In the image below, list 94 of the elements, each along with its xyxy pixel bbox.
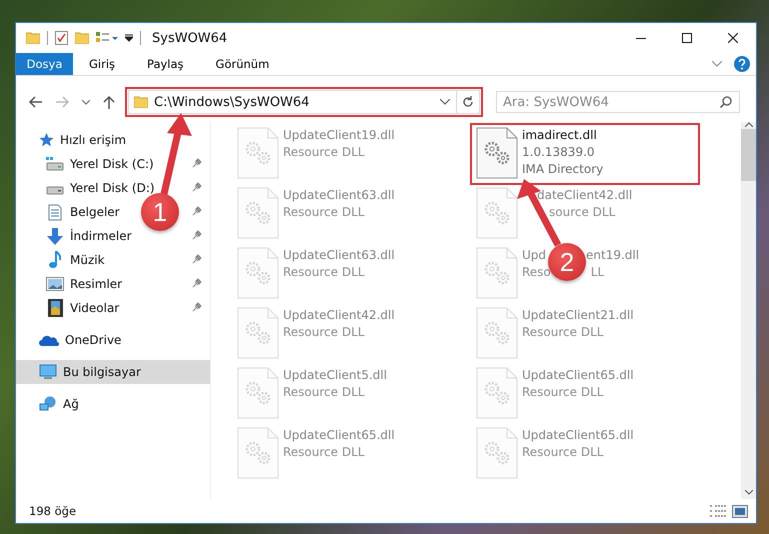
sidebar-item[interactable]: Müzik xyxy=(70,253,105,267)
gear-document-icon xyxy=(476,127,518,179)
item-count: 198 öğe xyxy=(29,504,76,518)
scrollbar[interactable] xyxy=(741,122,756,499)
up-arrow-icon[interactable] xyxy=(103,95,115,109)
file-detail: IMA Directory xyxy=(522,161,604,178)
scroll-down-icon[interactable] xyxy=(744,490,752,495)
file-detail: Resource DLL xyxy=(522,384,604,401)
properties-icon[interactable] xyxy=(96,32,118,44)
file-detail: Reso xyxy=(522,264,551,281)
drive-icon xyxy=(46,157,64,171)
pin-icon[interactable] xyxy=(192,158,202,168)
sidebar-item[interactable]: Hızlı erişim xyxy=(16,128,210,152)
file-detail: Resource DLL xyxy=(283,444,364,461)
file-detail: LL xyxy=(590,264,604,281)
file-name[interactable]: UpdateClient65.dll xyxy=(283,427,395,444)
file-detail: Resource DLL xyxy=(283,204,364,221)
pin-icon[interactable] xyxy=(192,230,202,240)
back-arrow-icon[interactable] xyxy=(28,96,42,108)
ribbon-tab[interactable]: Giriş xyxy=(73,53,132,75)
gear-document-icon xyxy=(476,427,518,479)
sidebar-item[interactable]: Videolar xyxy=(70,301,120,315)
file-name[interactable]: UpdateClient42.dll xyxy=(283,307,395,324)
file-detail: Resource DLL xyxy=(522,324,604,341)
window-title: SysWOW64 xyxy=(152,30,228,46)
close-icon xyxy=(728,33,738,43)
music-note-icon xyxy=(49,251,61,269)
chevron-down-icon[interactable] xyxy=(82,100,90,104)
large-icons-view-icon[interactable] xyxy=(732,504,748,518)
maximize-icon xyxy=(682,33,692,43)
file-name[interactable]: UpdateClient65.dll xyxy=(522,367,634,384)
file-detail: Resource DLL xyxy=(283,264,364,281)
gear-document-icon xyxy=(476,307,518,359)
file-detail: Resource DLL xyxy=(283,144,364,161)
file-name[interactable]: imadirect.dll xyxy=(522,127,597,144)
file-name[interactable]: dateClient42.dll xyxy=(537,187,632,204)
file-menu-tab[interactable]: Dosya xyxy=(16,53,73,75)
sidebar-item[interactable]: Belgeler xyxy=(70,205,120,219)
file-detail: Resource DLL xyxy=(283,384,364,401)
cloud-icon xyxy=(39,334,59,346)
file-name[interactable]: UpdateClient63.dll xyxy=(283,187,395,204)
gear-document-icon xyxy=(237,307,279,359)
scroll-up-icon[interactable] xyxy=(744,122,752,127)
pin-icon[interactable] xyxy=(192,254,202,264)
checklist-icon[interactable] xyxy=(55,31,68,45)
network-icon xyxy=(39,396,57,412)
pin-icon[interactable] xyxy=(192,182,202,192)
file-name[interactable]: UpdateClient19.dll xyxy=(283,127,395,144)
pin-icon[interactable] xyxy=(192,278,202,288)
chevron-down-icon[interactable] xyxy=(440,99,450,105)
file-name[interactable]: Upd xyxy=(522,247,546,264)
search-field[interactable]: Ara: SysWOW64 xyxy=(496,91,740,113)
file-name[interactable]: UpdateClient65.dll xyxy=(522,427,634,444)
refresh-icon[interactable] xyxy=(462,96,474,108)
file-detail: source DLL xyxy=(549,204,616,221)
star-icon xyxy=(39,133,54,147)
sidebar-item[interactable]: Bu bilgisayar xyxy=(16,360,210,384)
document-icon xyxy=(48,204,62,220)
address-bar[interactable]: C:\Windows\SysWOW64 xyxy=(128,90,480,114)
film-icon xyxy=(48,299,62,317)
file-detail: 1.0.13839.0 xyxy=(522,144,595,161)
gear-document-icon xyxy=(237,127,279,179)
sidebar-item[interactable]: OneDrive xyxy=(16,328,210,352)
search-icon[interactable] xyxy=(720,96,732,108)
sidebar-item[interactable]: Ağ xyxy=(16,392,210,416)
help-icon[interactable] xyxy=(734,56,750,72)
gear-document-icon xyxy=(476,367,518,419)
sidebar-item[interactable]: İndirmeler xyxy=(70,229,132,243)
sidebar-item[interactable]: Resimler xyxy=(70,277,122,291)
sidebar-item[interactable]: Yerel Disk (D:) xyxy=(70,181,155,195)
gear-document-icon xyxy=(237,427,279,479)
sidebar-item[interactable]: Yerel Disk (C:) xyxy=(70,157,154,171)
gear-document-icon xyxy=(237,187,279,239)
gear-document-icon xyxy=(237,247,279,299)
picture-icon xyxy=(46,277,64,291)
file-name[interactable]: UpdateClient21.dll xyxy=(522,307,634,324)
down-arrow-icon xyxy=(47,228,63,244)
file-name[interactable]: UpdateClient5.dll xyxy=(283,367,387,384)
pin-icon[interactable] xyxy=(192,206,202,216)
computer-icon xyxy=(39,364,57,380)
file-name[interactable]: UpdateClient63.dll xyxy=(283,247,395,264)
caret-icon[interactable] xyxy=(125,34,133,42)
gear-document-icon xyxy=(476,247,518,299)
file-detail: Resource DLL xyxy=(283,324,364,341)
scrollbar-thumb[interactable] xyxy=(741,129,756,181)
gear-document-icon xyxy=(237,367,279,419)
ribbon-tab[interactable]: Görünüm xyxy=(200,53,286,75)
pin-icon[interactable] xyxy=(192,302,202,312)
ribbon-tab[interactable]: Paylaş xyxy=(131,53,200,75)
chevron-down-icon[interactable] xyxy=(712,61,722,67)
file-name[interactable]: ent19.dll xyxy=(586,247,640,264)
details-view-icon[interactable] xyxy=(710,504,726,516)
file-detail: Resource DLL xyxy=(522,444,604,461)
gear-document-icon xyxy=(476,187,518,239)
